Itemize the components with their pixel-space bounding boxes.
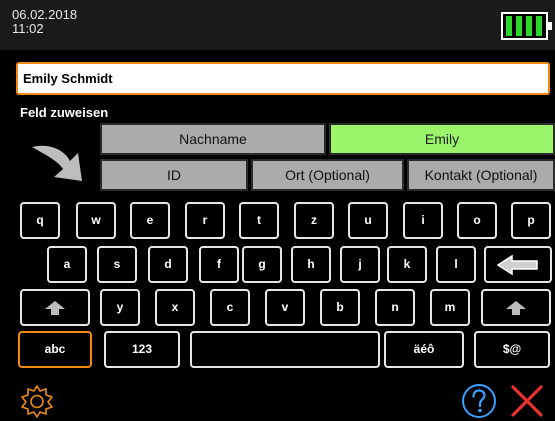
key-i[interactable]: i [403,202,443,239]
field-vorname[interactable]: Emily [329,123,555,155]
battery-icon [501,12,552,40]
key-h[interactable]: h [291,246,331,283]
space-key[interactable] [190,331,380,368]
numbers-key[interactable]: 123 [104,331,180,368]
field-nachname[interactable]: Nachname [100,123,326,155]
key-b[interactable]: b [320,289,360,326]
shift-icon [45,300,65,315]
status-bar: 06.02.2018 11:02 [0,0,555,50]
abc-key[interactable]: abc [18,331,92,368]
status-time: 11:02 [12,21,44,36]
key-q[interactable]: q [20,202,60,239]
status-date: 06.02.2018 [12,7,78,22]
key-n[interactable]: n [375,289,415,326]
key-f[interactable]: f [199,246,239,283]
key-m[interactable]: m [430,289,470,326]
key-y[interactable]: y [100,289,140,326]
field-ort[interactable]: Ort (Optional) [251,159,404,191]
key-o[interactable]: o [457,202,497,239]
accents-key[interactable]: äéô [384,331,464,368]
help-icon[interactable] [461,383,497,419]
shift-left-key[interactable] [20,289,90,326]
name-input[interactable]: Emily Schmidt [16,62,550,95]
key-p[interactable]: p [511,202,551,239]
key-j[interactable]: j [340,246,380,283]
arrow-icon [32,145,82,181]
key-t[interactable]: t [239,202,279,239]
key-u[interactable]: u [348,202,388,239]
key-g[interactable]: g [242,246,282,283]
close-icon[interactable] [510,385,544,417]
settings-gear-icon[interactable] [20,384,54,418]
assign-field-label: Feld zuweisen [20,105,109,120]
shift-right-key[interactable] [481,289,551,326]
key-x[interactable]: x [155,289,195,326]
backspace-key[interactable] [484,246,552,283]
field-id[interactable]: ID [100,159,248,191]
key-e[interactable]: e [130,202,170,239]
bottom-bar [0,380,555,421]
key-l[interactable]: l [436,246,476,283]
field-kontakt[interactable]: Kontakt (Optional) [407,159,555,191]
backspace-icon [496,254,538,275]
key-d[interactable]: d [148,246,188,283]
shift-icon [506,300,526,315]
key-r[interactable]: r [185,202,225,239]
key-z[interactable]: z [294,202,334,239]
key-a[interactable]: a [47,246,87,283]
symbols-key[interactable]: $@ [474,331,550,368]
key-c[interactable]: c [210,289,250,326]
key-s[interactable]: s [97,246,137,283]
key-v[interactable]: v [265,289,305,326]
key-k[interactable]: k [387,246,427,283]
key-w[interactable]: w [76,202,116,239]
